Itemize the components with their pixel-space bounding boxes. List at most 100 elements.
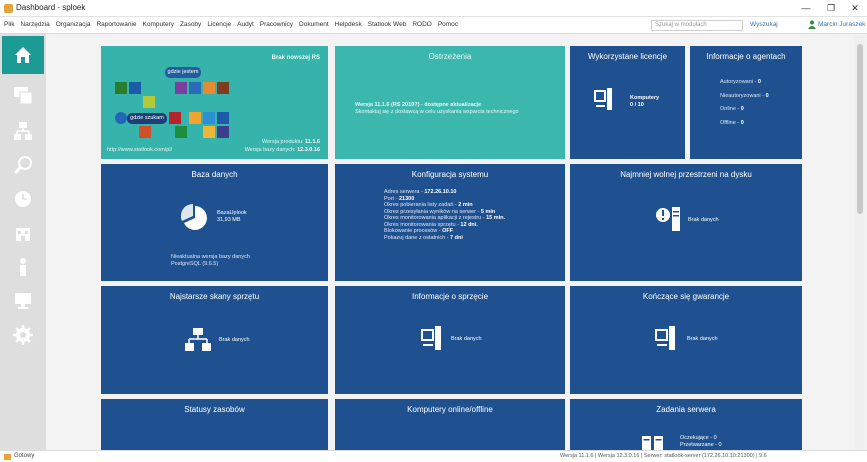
menu-item[interactable]: Pomoc bbox=[438, 21, 458, 28]
agents-row: Online - 0 bbox=[720, 106, 744, 112]
menu-item[interactable]: Narzędzia bbox=[20, 21, 49, 28]
sidebar bbox=[0, 34, 46, 450]
promo-url[interactable]: http://www.statlook.com/pl/ bbox=[107, 147, 172, 153]
menu-items: Plik Narzędzia Organizacja Raportowanie Komp… bbox=[4, 21, 458, 28]
network-icon bbox=[185, 328, 211, 351]
hardware-tile[interactable]: Informacje o sprzęcie Brak danych bbox=[335, 286, 565, 394]
config-row: Pokazuj dane z ostatnich - 7 dni bbox=[384, 234, 463, 241]
menu-item[interactable]: Audyt bbox=[237, 21, 254, 28]
agents-row: Autoryzowani - 0 bbox=[720, 79, 761, 85]
promo-bubble-2: gdzie szukam bbox=[127, 113, 167, 124]
assets-tile[interactable]: Statusy zasobów bbox=[101, 399, 328, 450]
app-icon bbox=[4, 4, 13, 13]
disk-title: Najmniej wolnej przestrzeni na dysku bbox=[620, 170, 752, 179]
user-icon bbox=[808, 20, 816, 29]
database-info: BazaUplook 31,93 MB bbox=[217, 210, 247, 223]
licenses-tile[interactable]: Wykorzystane licencje Komputery 0 / 10 bbox=[570, 46, 685, 159]
status-left: Gotowy bbox=[14, 453, 35, 459]
menu-item[interactable]: Pracownicy bbox=[260, 21, 293, 28]
online-title: Komputery online/offline bbox=[407, 405, 493, 414]
sidebar-item-clock[interactable] bbox=[8, 184, 38, 214]
tasks-info: Oczekujące - 0 Przetwarzane - 0 bbox=[680, 435, 722, 448]
agents-row: Nieautoryzowani - 0 bbox=[720, 92, 769, 99]
menu-item[interactable]: Plik bbox=[4, 21, 14, 28]
vertical-scrollbar[interactable] bbox=[855, 36, 865, 450]
config-tile[interactable]: Konfiguracja systemu Adres serwera - 172… bbox=[335, 164, 565, 281]
hardware-empty: Brak danych bbox=[451, 336, 482, 342]
tasks-title: Zadania serwera bbox=[656, 405, 716, 414]
online-tile[interactable]: Komputery online/offline bbox=[335, 399, 565, 450]
sidebar-item-building[interactable] bbox=[8, 218, 38, 248]
minimize-button[interactable]: — bbox=[797, 1, 815, 15]
database-tile[interactable]: Baza danych BazaUplook 31,93 MB Nieaktua… bbox=[101, 164, 328, 281]
search-icon bbox=[13, 156, 32, 175]
building-icon bbox=[16, 228, 30, 241]
sidebar-item-settings[interactable] bbox=[8, 320, 38, 350]
sidebar-item-search[interactable] bbox=[8, 150, 38, 180]
sidebar-item-computers[interactable] bbox=[8, 80, 38, 110]
promo-tile[interactable]: Brak nowszej RS gdzie jestem gdzie szuka… bbox=[101, 46, 328, 159]
menu-item[interactable]: Zasoby bbox=[180, 21, 201, 28]
sidebar-item-user[interactable] bbox=[8, 252, 38, 282]
config-list: Adres serwera - 172.26.10.10 Port - 21300… bbox=[384, 189, 505, 241]
computer-icon bbox=[594, 88, 612, 110]
licenses-value: 0 / 10 bbox=[630, 102, 644, 108]
promo-mosaic: gdzie jestem gdzie szukam bbox=[115, 64, 235, 144]
computer-icon bbox=[655, 326, 675, 350]
menu-bar: Plik Narzędzia Organizacja Raportowanie Komp… bbox=[0, 17, 867, 34]
user-name[interactable]: Marcin Juraszek bbox=[818, 21, 865, 28]
licenses-label: Komputery bbox=[630, 95, 660, 101]
warnings-line-2: Skontaktuj się z dostawcą w celu uzyskan… bbox=[355, 109, 519, 115]
promo-db-version: Wersja bazy danych: 12.3.0.16 bbox=[244, 147, 320, 153]
licenses-title: Wykorzystane licencje bbox=[587, 52, 668, 61]
tasks-tile[interactable]: Zadania serwera Oczekujące - 0 Przetwarz… bbox=[570, 399, 802, 450]
promo-bubble-1: gdzie jestem bbox=[165, 67, 201, 78]
scroll-thumb[interactable] bbox=[857, 44, 863, 214]
sidebar-item-monitor[interactable] bbox=[8, 286, 38, 316]
status-bar: Gotowy Wersja 11.1.6 | Wersja 12.3.0.16 … bbox=[0, 450, 867, 462]
warnings-tile[interactable]: Ostrzeżenia Wersja 11.1.6 (RS 2019?) - d… bbox=[335, 46, 565, 159]
agents-row: Offline - 0 bbox=[720, 119, 744, 126]
sidebar-item-home[interactable] bbox=[2, 36, 44, 74]
clock-icon bbox=[15, 191, 31, 207]
title-bar: Dashboard - sploek — ❐ ✕ bbox=[0, 0, 867, 17]
menu-item[interactable]: Statlook Web bbox=[368, 21, 407, 28]
search-input[interactable]: Szukaj w modułach bbox=[651, 20, 743, 31]
oldest-tile[interactable]: Najstarsze skany sprzętu Brak danych bbox=[101, 286, 328, 394]
menu-item[interactable]: Helpdesk bbox=[335, 21, 362, 28]
warranty-tile[interactable]: Kończące się gwarancje Brak danych bbox=[570, 286, 802, 394]
monitor-icon bbox=[15, 293, 31, 309]
home-icon bbox=[15, 47, 31, 63]
oldest-title: Najstarsze skany sprzętu bbox=[169, 292, 260, 301]
promo-title: Brak nowszej RS bbox=[271, 55, 320, 61]
database-note: Nieaktualna wersja bazy danych PostgreSQ… bbox=[171, 254, 250, 267]
promo-version: Wersja produktu: 11.1.6 bbox=[261, 139, 320, 145]
disk-empty: Brak danych bbox=[688, 217, 719, 223]
user-icon bbox=[20, 258, 26, 276]
agents-title: Informacje o agentach bbox=[706, 52, 786, 61]
computer-icon bbox=[421, 326, 441, 350]
disk-tile[interactable]: Najmniej wolnej przestrzeni na dysku Bra… bbox=[570, 164, 802, 281]
menu-item[interactable]: Dokument bbox=[299, 21, 329, 28]
assets-title: Statusy zasobów bbox=[184, 405, 245, 414]
status-icon bbox=[4, 454, 11, 460]
search-button[interactable]: Wyszukaj bbox=[750, 21, 778, 28]
agents-list: Autoryzowani - 0 Nieautoryzowani - 0 Onl… bbox=[720, 79, 769, 126]
menu-item[interactable]: RODO bbox=[412, 21, 432, 28]
menu-item[interactable]: Licencje bbox=[207, 21, 231, 28]
computers-icon bbox=[14, 87, 33, 105]
settings-icon bbox=[13, 325, 33, 345]
maximize-button[interactable]: ❐ bbox=[822, 1, 840, 15]
agents-tile[interactable]: Informacje o agentach Autoryzowani - 0 N… bbox=[690, 46, 802, 159]
warnings-line-1: Wersja 11.1.6 (RS 2019?) - dostępne aktu… bbox=[355, 102, 482, 108]
oldest-empty: Brak danych bbox=[219, 337, 250, 343]
menu-item[interactable]: Komputery bbox=[143, 21, 174, 28]
hardware-title: Informacje o sprzęcie bbox=[411, 292, 489, 301]
sidebar-item-network[interactable] bbox=[8, 116, 38, 146]
config-title: Konfiguracja systemu bbox=[411, 170, 489, 179]
menu-item[interactable]: Organizacja bbox=[56, 21, 91, 28]
close-button[interactable]: ✕ bbox=[846, 1, 864, 15]
warnings-title: Ostrzeżenia bbox=[428, 52, 472, 61]
menu-item[interactable]: Raportowanie bbox=[96, 21, 136, 28]
database-title: Baza danych bbox=[191, 170, 238, 179]
